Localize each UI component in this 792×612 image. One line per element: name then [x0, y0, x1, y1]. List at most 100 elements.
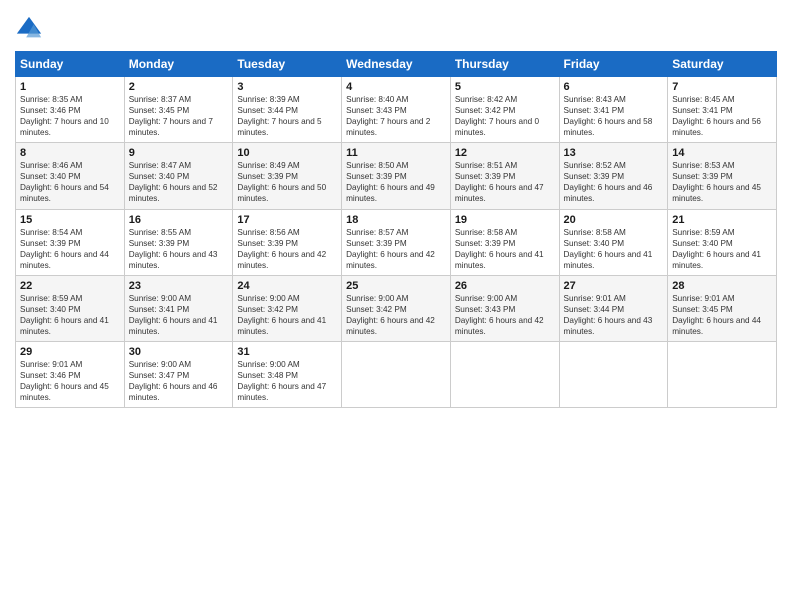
calendar-header-wednesday: Wednesday	[342, 52, 451, 77]
day-info: Sunrise: 8:54 AMSunset: 3:39 PMDaylight:…	[20, 227, 120, 271]
calendar-cell: 10Sunrise: 8:49 AMSunset: 3:39 PMDayligh…	[233, 143, 342, 209]
day-info: Sunrise: 8:43 AMSunset: 3:41 PMDaylight:…	[564, 94, 664, 138]
day-number: 23	[129, 280, 229, 292]
day-info: Sunrise: 9:01 AMSunset: 3:46 PMDaylight:…	[20, 359, 120, 403]
calendar-cell: 2Sunrise: 8:37 AMSunset: 3:45 PMDaylight…	[124, 77, 233, 143]
day-info: Sunrise: 8:45 AMSunset: 3:41 PMDaylight:…	[672, 94, 772, 138]
calendar-cell: 6Sunrise: 8:43 AMSunset: 3:41 PMDaylight…	[559, 77, 668, 143]
day-number: 26	[455, 280, 555, 292]
day-number: 22	[20, 280, 120, 292]
calendar-header-friday: Friday	[559, 52, 668, 77]
calendar-cell: 28Sunrise: 9:01 AMSunset: 3:45 PMDayligh…	[668, 275, 777, 341]
day-info: Sunrise: 8:37 AMSunset: 3:45 PMDaylight:…	[129, 94, 229, 138]
day-number: 25	[346, 280, 446, 292]
day-info: Sunrise: 8:42 AMSunset: 3:42 PMDaylight:…	[455, 94, 555, 138]
day-number: 16	[129, 214, 229, 226]
day-number: 20	[564, 214, 664, 226]
calendar-header-row: SundayMondayTuesdayWednesdayThursdayFrid…	[16, 52, 777, 77]
logo	[15, 15, 47, 43]
day-info: Sunrise: 8:58 AMSunset: 3:39 PMDaylight:…	[455, 227, 555, 271]
calendar-cell: 25Sunrise: 9:00 AMSunset: 3:42 PMDayligh…	[342, 275, 451, 341]
calendar-cell: 16Sunrise: 8:55 AMSunset: 3:39 PMDayligh…	[124, 209, 233, 275]
day-info: Sunrise: 9:01 AMSunset: 3:45 PMDaylight:…	[672, 293, 772, 337]
logo-icon	[15, 15, 43, 43]
calendar-cell: 30Sunrise: 9:00 AMSunset: 3:47 PMDayligh…	[124, 342, 233, 408]
day-info: Sunrise: 8:52 AMSunset: 3:39 PMDaylight:…	[564, 160, 664, 204]
calendar-cell	[559, 342, 668, 408]
day-info: Sunrise: 9:00 AMSunset: 3:48 PMDaylight:…	[237, 359, 337, 403]
day-number: 2	[129, 81, 229, 93]
day-number: 31	[237, 346, 337, 358]
day-number: 15	[20, 214, 120, 226]
calendar-cell: 8Sunrise: 8:46 AMSunset: 3:40 PMDaylight…	[16, 143, 125, 209]
calendar-header-tuesday: Tuesday	[233, 52, 342, 77]
calendar-cell: 7Sunrise: 8:45 AMSunset: 3:41 PMDaylight…	[668, 77, 777, 143]
day-number: 6	[564, 81, 664, 93]
calendar-header-sunday: Sunday	[16, 52, 125, 77]
calendar-week-row: 22Sunrise: 8:59 AMSunset: 3:40 PMDayligh…	[16, 275, 777, 341]
day-info: Sunrise: 8:39 AMSunset: 3:44 PMDaylight:…	[237, 94, 337, 138]
calendar-cell: 17Sunrise: 8:56 AMSunset: 3:39 PMDayligh…	[233, 209, 342, 275]
day-number: 4	[346, 81, 446, 93]
calendar-cell: 14Sunrise: 8:53 AMSunset: 3:39 PMDayligh…	[668, 143, 777, 209]
calendar-cell	[450, 342, 559, 408]
calendar-week-row: 15Sunrise: 8:54 AMSunset: 3:39 PMDayligh…	[16, 209, 777, 275]
day-info: Sunrise: 9:00 AMSunset: 3:47 PMDaylight:…	[129, 359, 229, 403]
day-number: 17	[237, 214, 337, 226]
header	[15, 15, 777, 43]
calendar-header-thursday: Thursday	[450, 52, 559, 77]
calendar-header-saturday: Saturday	[668, 52, 777, 77]
day-info: Sunrise: 9:00 AMSunset: 3:42 PMDaylight:…	[237, 293, 337, 337]
calendar-cell: 19Sunrise: 8:58 AMSunset: 3:39 PMDayligh…	[450, 209, 559, 275]
day-number: 14	[672, 147, 772, 159]
day-info: Sunrise: 8:53 AMSunset: 3:39 PMDaylight:…	[672, 160, 772, 204]
calendar-cell: 29Sunrise: 9:01 AMSunset: 3:46 PMDayligh…	[16, 342, 125, 408]
day-number: 11	[346, 147, 446, 159]
day-info: Sunrise: 8:57 AMSunset: 3:39 PMDaylight:…	[346, 227, 446, 271]
calendar-header-monday: Monday	[124, 52, 233, 77]
calendar-cell: 12Sunrise: 8:51 AMSunset: 3:39 PMDayligh…	[450, 143, 559, 209]
day-number: 8	[20, 147, 120, 159]
calendar-cell	[668, 342, 777, 408]
day-number: 29	[20, 346, 120, 358]
day-info: Sunrise: 8:50 AMSunset: 3:39 PMDaylight:…	[346, 160, 446, 204]
calendar-cell: 31Sunrise: 9:00 AMSunset: 3:48 PMDayligh…	[233, 342, 342, 408]
calendar-cell: 3Sunrise: 8:39 AMSunset: 3:44 PMDaylight…	[233, 77, 342, 143]
day-number: 9	[129, 147, 229, 159]
calendar-cell: 15Sunrise: 8:54 AMSunset: 3:39 PMDayligh…	[16, 209, 125, 275]
calendar-cell: 21Sunrise: 8:59 AMSunset: 3:40 PMDayligh…	[668, 209, 777, 275]
calendar-cell: 27Sunrise: 9:01 AMSunset: 3:44 PMDayligh…	[559, 275, 668, 341]
calendar-cell: 26Sunrise: 9:00 AMSunset: 3:43 PMDayligh…	[450, 275, 559, 341]
day-info: Sunrise: 8:59 AMSunset: 3:40 PMDaylight:…	[20, 293, 120, 337]
calendar-table: SundayMondayTuesdayWednesdayThursdayFrid…	[15, 51, 777, 408]
calendar-week-row: 8Sunrise: 8:46 AMSunset: 3:40 PMDaylight…	[16, 143, 777, 209]
calendar-cell: 20Sunrise: 8:58 AMSunset: 3:40 PMDayligh…	[559, 209, 668, 275]
calendar-cell: 24Sunrise: 9:00 AMSunset: 3:42 PMDayligh…	[233, 275, 342, 341]
day-info: Sunrise: 9:00 AMSunset: 3:42 PMDaylight:…	[346, 293, 446, 337]
day-number: 30	[129, 346, 229, 358]
calendar-cell: 5Sunrise: 8:42 AMSunset: 3:42 PMDaylight…	[450, 77, 559, 143]
calendar-cell: 13Sunrise: 8:52 AMSunset: 3:39 PMDayligh…	[559, 143, 668, 209]
calendar-cell: 4Sunrise: 8:40 AMSunset: 3:43 PMDaylight…	[342, 77, 451, 143]
calendar-cell: 9Sunrise: 8:47 AMSunset: 3:40 PMDaylight…	[124, 143, 233, 209]
day-info: Sunrise: 8:58 AMSunset: 3:40 PMDaylight:…	[564, 227, 664, 271]
day-number: 12	[455, 147, 555, 159]
day-number: 19	[455, 214, 555, 226]
day-number: 24	[237, 280, 337, 292]
page: SundayMondayTuesdayWednesdayThursdayFrid…	[0, 0, 792, 612]
calendar-cell: 1Sunrise: 8:35 AMSunset: 3:46 PMDaylight…	[16, 77, 125, 143]
calendar-cell: 22Sunrise: 8:59 AMSunset: 3:40 PMDayligh…	[16, 275, 125, 341]
calendar-week-row: 29Sunrise: 9:01 AMSunset: 3:46 PMDayligh…	[16, 342, 777, 408]
day-number: 1	[20, 81, 120, 93]
day-info: Sunrise: 9:01 AMSunset: 3:44 PMDaylight:…	[564, 293, 664, 337]
day-info: Sunrise: 8:40 AMSunset: 3:43 PMDaylight:…	[346, 94, 446, 138]
day-number: 7	[672, 81, 772, 93]
calendar-cell: 23Sunrise: 9:00 AMSunset: 3:41 PMDayligh…	[124, 275, 233, 341]
calendar-cell	[342, 342, 451, 408]
day-number: 5	[455, 81, 555, 93]
calendar-cell: 11Sunrise: 8:50 AMSunset: 3:39 PMDayligh…	[342, 143, 451, 209]
day-number: 27	[564, 280, 664, 292]
calendar-cell: 18Sunrise: 8:57 AMSunset: 3:39 PMDayligh…	[342, 209, 451, 275]
day-number: 13	[564, 147, 664, 159]
day-info: Sunrise: 9:00 AMSunset: 3:43 PMDaylight:…	[455, 293, 555, 337]
